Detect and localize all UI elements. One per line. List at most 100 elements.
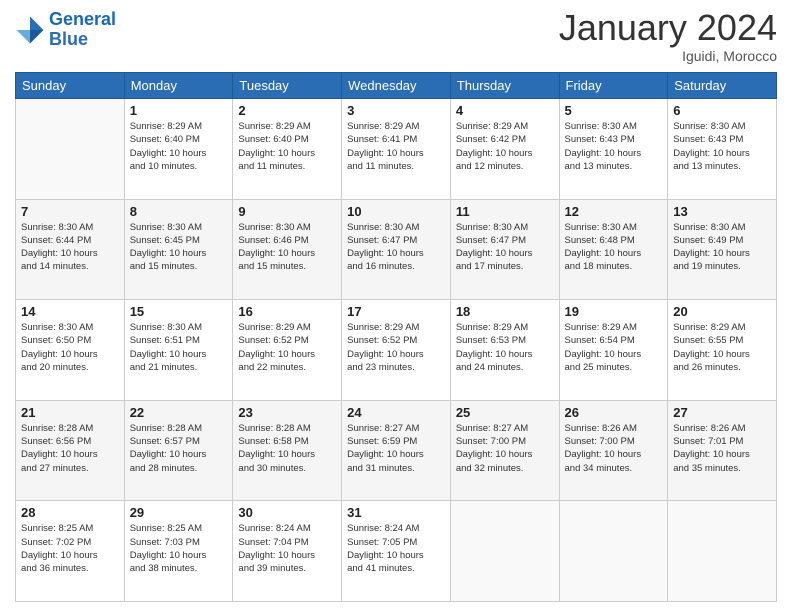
day-info: Sunrise: 8:29 AMSunset: 6:42 PMDaylight:… <box>456 120 554 173</box>
day-info: Sunrise: 8:26 AMSunset: 7:00 PMDaylight:… <box>565 422 663 475</box>
day-info: Sunrise: 8:28 AMSunset: 6:57 PMDaylight:… <box>130 422 228 475</box>
calendar-cell <box>668 501 777 602</box>
logo-icon <box>15 15 45 45</box>
day-number: 24 <box>347 405 445 420</box>
calendar-cell: 12Sunrise: 8:30 AMSunset: 6:48 PMDayligh… <box>559 199 668 300</box>
day-info: Sunrise: 8:24 AMSunset: 7:05 PMDaylight:… <box>347 522 445 575</box>
calendar-cell: 24 Sunrise: 8:27 AMSunset: 6:59 PMDayligh… <box>342 400 451 501</box>
calendar-cell: 7 Sunrise: 8:30 AMSunset: 6:44 PMDaylight… <box>16 199 125 300</box>
title-section: January 2024 Iguidi, Morocco <box>559 10 777 64</box>
day-number: 3 <box>347 103 445 118</box>
calendar-cell: 25 Sunrise: 8:27 AMSunset: 7:00 PMDayligh… <box>450 400 559 501</box>
calendar-cell <box>559 501 668 602</box>
logo-text: General Blue <box>49 10 116 50</box>
calendar-cell: 17 Sunrise: 8:29 AMSunset: 6:52 PMDayligh… <box>342 300 451 401</box>
calendar-cell: 4 Sunrise: 8:29 AMSunset: 6:42 PMDaylight… <box>450 99 559 200</box>
day-info: Sunrise: 8:29 AMSunset: 6:54 PMDaylight:… <box>565 321 663 374</box>
col-header-friday: Friday <box>559 73 668 99</box>
calendar-table: SundayMondayTuesdayWednesdayThursdayFrid… <box>15 72 777 602</box>
month-title: January 2024 <box>559 10 777 46</box>
day-number: 27 <box>673 405 771 420</box>
day-info: Sunrise: 8:30 AMSunset: 6:48 PMDaylight:… <box>565 221 663 274</box>
calendar-cell: 21 Sunrise: 8:28 AMSunset: 6:56 PMDayligh… <box>16 400 125 501</box>
calendar-cell: 26 Sunrise: 8:26 AMSunset: 7:00 PMDayligh… <box>559 400 668 501</box>
day-info: Sunrise: 8:27 AMSunset: 6:59 PMDaylight:… <box>347 422 445 475</box>
location: Iguidi, Morocco <box>559 48 777 64</box>
day-info: Sunrise: 8:25 AMSunset: 7:03 PMDaylight:… <box>130 522 228 575</box>
calendar-cell: 15 Sunrise: 8:30 AMSunset: 6:51 PMDayligh… <box>124 300 233 401</box>
day-info: Sunrise: 8:29 AMSunset: 6:41 PMDaylight:… <box>347 120 445 173</box>
day-info: Sunrise: 8:29 AMSunset: 6:55 PMDaylight:… <box>673 321 771 374</box>
day-number: 26 <box>565 405 663 420</box>
day-info: Sunrise: 8:30 AMSunset: 6:43 PMDaylight:… <box>565 120 663 173</box>
calendar-cell: 2 Sunrise: 8:29 AMSunset: 6:40 PMDaylight… <box>233 99 342 200</box>
day-info: Sunrise: 8:30 AMSunset: 6:47 PMDaylight:… <box>347 221 445 274</box>
day-info: Sunrise: 8:30 AMSunset: 6:46 PMDaylight:… <box>238 221 336 274</box>
day-number: 29 <box>130 505 228 520</box>
calendar-cell: 13Sunrise: 8:30 AMSunset: 6:49 PMDayligh… <box>668 199 777 300</box>
day-number: 14 <box>21 304 119 319</box>
day-number: 19 <box>565 304 663 319</box>
day-info: Sunrise: 8:30 AMSunset: 6:47 PMDaylight:… <box>456 221 554 274</box>
calendar-cell <box>16 99 125 200</box>
logo-line1: General <box>49 9 116 29</box>
day-info: Sunrise: 8:30 AMSunset: 6:49 PMDaylight:… <box>673 221 771 274</box>
day-info: Sunrise: 8:29 AMSunset: 6:52 PMDaylight:… <box>238 321 336 374</box>
day-number: 18 <box>456 304 554 319</box>
calendar-cell: 29 Sunrise: 8:25 AMSunset: 7:03 PMDayligh… <box>124 501 233 602</box>
calendar-cell: 22 Sunrise: 8:28 AMSunset: 6:57 PMDayligh… <box>124 400 233 501</box>
day-info: Sunrise: 8:27 AMSunset: 7:00 PMDaylight:… <box>456 422 554 475</box>
page: General Blue January 2024 Iguidi, Morocc… <box>0 0 792 612</box>
calendar-cell: 20 Sunrise: 8:29 AMSunset: 6:55 PMDayligh… <box>668 300 777 401</box>
day-info: Sunrise: 8:29 AMSunset: 6:53 PMDaylight:… <box>456 321 554 374</box>
calendar-cell <box>450 501 559 602</box>
day-info: Sunrise: 8:29 AMSunset: 6:40 PMDaylight:… <box>238 120 336 173</box>
day-number: 21 <box>21 405 119 420</box>
day-number: 8 <box>130 204 228 219</box>
day-info: Sunrise: 8:29 AMSunset: 6:40 PMDaylight:… <box>130 120 228 173</box>
day-number: 20 <box>673 304 771 319</box>
day-info: Sunrise: 8:30 AMSunset: 6:44 PMDaylight:… <box>21 221 119 274</box>
calendar-cell: 16Sunrise: 8:29 AMSunset: 6:52 PMDayligh… <box>233 300 342 401</box>
day-info: Sunrise: 8:28 AMSunset: 6:58 PMDaylight:… <box>238 422 336 475</box>
day-number: 31 <box>347 505 445 520</box>
day-number: 1 <box>130 103 228 118</box>
col-header-wednesday: Wednesday <box>342 73 451 99</box>
logo-line2: Blue <box>49 29 88 49</box>
calendar-cell: 8 Sunrise: 8:30 AMSunset: 6:45 PMDaylight… <box>124 199 233 300</box>
calendar-cell: 19 Sunrise: 8:29 AMSunset: 6:54 PMDayligh… <box>559 300 668 401</box>
day-number: 30 <box>238 505 336 520</box>
day-info: Sunrise: 8:30 AMSunset: 6:45 PMDaylight:… <box>130 221 228 274</box>
calendar-cell: 1 Sunrise: 8:29 AMSunset: 6:40 PMDaylight… <box>124 99 233 200</box>
day-info: Sunrise: 8:25 AMSunset: 7:02 PMDaylight:… <box>21 522 119 575</box>
day-number: 17 <box>347 304 445 319</box>
day-number: 9 <box>238 204 336 219</box>
col-header-thursday: Thursday <box>450 73 559 99</box>
day-info: Sunrise: 8:26 AMSunset: 7:01 PMDaylight:… <box>673 422 771 475</box>
day-number: 15 <box>130 304 228 319</box>
day-number: 2 <box>238 103 336 118</box>
day-number: 6 <box>673 103 771 118</box>
day-info: Sunrise: 8:30 AMSunset: 6:43 PMDaylight:… <box>673 120 771 173</box>
day-number: 23 <box>238 405 336 420</box>
calendar-cell: 10 Sunrise: 8:30 AMSunset: 6:47 PMDayligh… <box>342 199 451 300</box>
day-number: 25 <box>456 405 554 420</box>
calendar-cell: 3 Sunrise: 8:29 AMSunset: 6:41 PMDaylight… <box>342 99 451 200</box>
day-number: 28 <box>21 505 119 520</box>
col-header-sunday: Sunday <box>16 73 125 99</box>
day-info: Sunrise: 8:28 AMSunset: 6:56 PMDaylight:… <box>21 422 119 475</box>
calendar-cell: 18 Sunrise: 8:29 AMSunset: 6:53 PMDayligh… <box>450 300 559 401</box>
day-number: 4 <box>456 103 554 118</box>
day-info: Sunrise: 8:30 AMSunset: 6:51 PMDaylight:… <box>130 321 228 374</box>
day-number: 7 <box>21 204 119 219</box>
day-number: 11 <box>456 204 554 219</box>
day-info: Sunrise: 8:29 AMSunset: 6:52 PMDaylight:… <box>347 321 445 374</box>
calendar-cell: 27 Sunrise: 8:26 AMSunset: 7:01 PMDayligh… <box>668 400 777 501</box>
day-info: Sunrise: 8:24 AMSunset: 7:04 PMDaylight:… <box>238 522 336 575</box>
day-number: 22 <box>130 405 228 420</box>
calendar-cell: 6 Sunrise: 8:30 AMSunset: 6:43 PMDaylight… <box>668 99 777 200</box>
calendar-cell: 31 Sunrise: 8:24 AMSunset: 7:05 PMDayligh… <box>342 501 451 602</box>
day-info: Sunrise: 8:30 AMSunset: 6:50 PMDaylight:… <box>21 321 119 374</box>
day-number: 10 <box>347 204 445 219</box>
calendar-cell: 9 Sunrise: 8:30 AMSunset: 6:46 PMDaylight… <box>233 199 342 300</box>
